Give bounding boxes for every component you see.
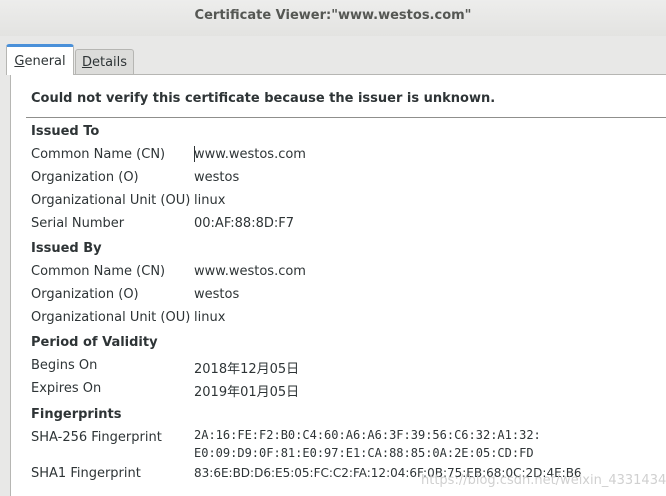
text-cursor bbox=[194, 146, 195, 162]
tab-details[interactable]: Details bbox=[75, 49, 134, 74]
watermark: https://blog.csdn.net/weixin_43314345 bbox=[421, 473, 666, 488]
begins-on-label: Begins On bbox=[31, 358, 98, 373]
issued-to-cn-label: Common Name (CN) bbox=[31, 147, 166, 162]
begins-on-value[interactable]: 2018年12月05日 bbox=[194, 358, 299, 377]
expires-on-label: Expires On bbox=[31, 381, 102, 396]
issued-by-org-label: Organization (O) bbox=[31, 287, 139, 302]
issued-by-cn-label: Common Name (CN) bbox=[31, 264, 166, 279]
window-title: Certificate Viewer:"www.westos.com" bbox=[194, 8, 472, 23]
issued-to-ou-label: Organizational Unit (OU) bbox=[31, 193, 191, 208]
verification-warning: Could not verify this certificate becaus… bbox=[31, 91, 496, 106]
section-issued-to: Issued To bbox=[31, 124, 100, 139]
section-issued-by: Issued By bbox=[31, 241, 102, 256]
sha256-label: SHA-256 Fingerprint bbox=[31, 430, 162, 445]
serial-number-label: Serial Number bbox=[31, 216, 125, 231]
window-titlebar[interactable]: Certificate Viewer:"www.westos.com" bbox=[0, 0, 666, 36]
expires-on-value[interactable]: 2019年01月05日 bbox=[194, 381, 299, 400]
separator bbox=[26, 117, 666, 118]
issued-to-org-value[interactable]: westos bbox=[194, 170, 239, 185]
sha1-label: SHA1 Fingerprint bbox=[31, 466, 141, 481]
issued-to-cn-value[interactable]: www.westos.com bbox=[194, 147, 306, 162]
issued-by-cn-value[interactable]: www.westos.com bbox=[194, 264, 306, 279]
issued-by-ou-label: Organizational Unit (OU) bbox=[31, 310, 191, 325]
serial-number-value[interactable]: 00:AF:88:8D:F7 bbox=[194, 216, 294, 231]
tab-general[interactable]: General bbox=[6, 44, 74, 75]
sha256-value[interactable]: 2A:16:FE:F2:B0:C4:60:A6:A6:3F:39:56:C6:3… bbox=[194, 426, 541, 462]
general-panel: Could not verify this certificate becaus… bbox=[10, 74, 666, 496]
issued-by-org-value[interactable]: westos bbox=[194, 287, 239, 302]
issued-to-org-label: Organization (O) bbox=[31, 170, 139, 185]
issued-by-ou-value[interactable]: linux bbox=[194, 310, 225, 325]
section-validity: Period of Validity bbox=[31, 335, 158, 350]
issued-to-ou-value[interactable]: linux bbox=[194, 193, 225, 208]
section-fingerprints: Fingerprints bbox=[31, 407, 122, 422]
